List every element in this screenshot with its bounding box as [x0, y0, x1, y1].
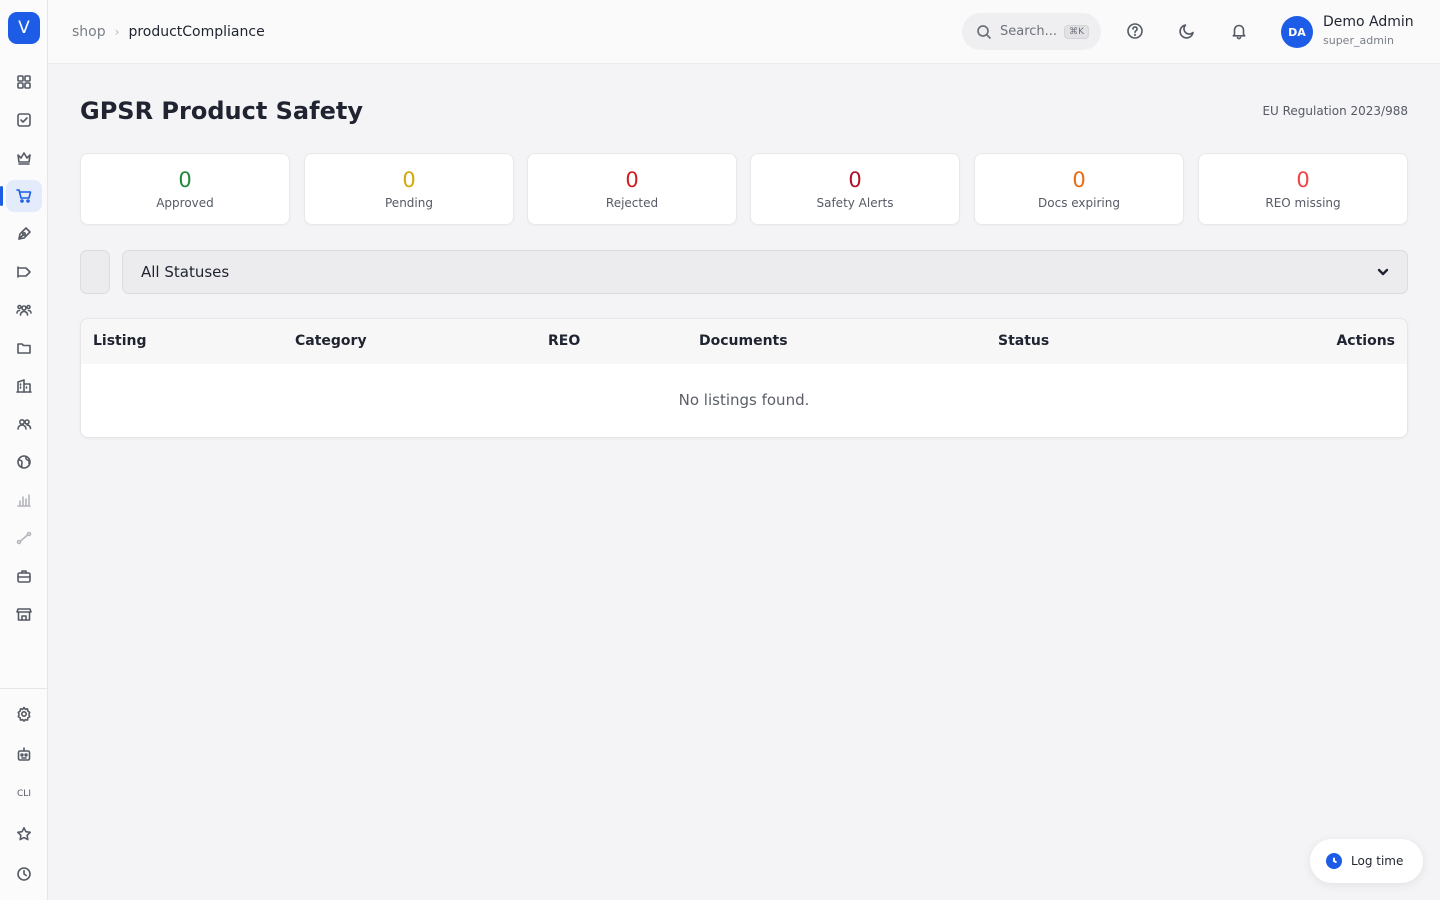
help-icon[interactable] [1124, 20, 1146, 42]
column-header-documents: Documents [699, 333, 788, 349]
stat-card-safety-alerts[interactable]: 0 Safety Alerts [750, 153, 960, 225]
crown-icon[interactable] [6, 142, 42, 174]
stat-value: 0 [178, 168, 192, 192]
column-header-reo: REO [548, 333, 581, 349]
stat-value: 0 [1296, 168, 1310, 192]
stat-label: Safety Alerts [816, 196, 894, 210]
stat-label: Pending [385, 196, 433, 210]
top-bar: shop › productCompliance Search... ⌘K DA… [48, 0, 1440, 64]
user-name[interactable]: Demo Admin [1323, 14, 1414, 30]
log-time-label: Log time [1351, 854, 1404, 868]
status-select-value: All Statuses [141, 263, 230, 281]
column-header-status: Status [998, 333, 1050, 349]
folder-icon[interactable] [6, 332, 42, 364]
column-header-category: Category [295, 333, 367, 349]
log-time-button[interactable]: Log time [1310, 839, 1423, 883]
avatar[interactable]: DA [1281, 16, 1313, 48]
stat-label: Approved [156, 196, 214, 210]
globe-icon[interactable] [6, 446, 42, 478]
stat-card-docs-expiring[interactable]: 0 Docs expiring [974, 153, 1184, 225]
bar-chart-icon[interactable] [6, 484, 42, 516]
breadcrumb-current: productCompliance [128, 24, 265, 40]
search-placeholder: Search... [1000, 24, 1058, 39]
users-icon[interactable] [6, 408, 42, 440]
breadcrumb: shop › productCompliance [72, 22, 265, 42]
stat-card-approved[interactable]: 0 Approved [80, 153, 290, 225]
shopping-cart-icon[interactable] [0, 180, 42, 212]
chevron-down-icon [1377, 268, 1389, 276]
sidebar-divider [0, 688, 48, 689]
stat-value: 0 [848, 168, 862, 192]
robot-icon[interactable] [6, 738, 42, 770]
dashboard-grid-icon[interactable] [6, 66, 42, 98]
moon-icon[interactable] [1176, 20, 1198, 42]
empty-state-message: No listings found. [678, 391, 810, 409]
search-button[interactable]: Search... ⌘K [962, 13, 1101, 50]
clock-icon[interactable] [6, 858, 42, 890]
chevron-right-icon: › [114, 25, 120, 39]
stat-value: 0 [402, 168, 416, 192]
stat-card-reo-missing[interactable]: 0 REO missing [1198, 153, 1408, 225]
filter-input[interactable] [80, 250, 110, 294]
clock-icon [1326, 853, 1342, 869]
search-icon [977, 24, 992, 39]
app-logo[interactable]: V [8, 12, 40, 44]
sidebar: V CLI [0, 0, 48, 900]
megaphone-icon[interactable] [6, 256, 42, 288]
column-header-actions: Actions [1336, 333, 1395, 349]
breadcrumb-root[interactable]: shop [72, 24, 106, 40]
stat-label: Docs expiring [1038, 196, 1120, 210]
star-icon[interactable] [6, 818, 42, 850]
user-role: super_admin [1323, 34, 1394, 47]
stat-value: 0 [625, 168, 639, 192]
stat-label: Rejected [605, 196, 659, 210]
route-icon[interactable] [6, 522, 42, 554]
page-title: GPSR Product Safety [80, 97, 363, 125]
listings-table: Listing Category REO Documents Status Ac… [80, 318, 1408, 438]
users-group-icon[interactable] [6, 294, 42, 326]
checkbox-icon[interactable] [6, 104, 42, 136]
stat-label: REO missing [1265, 196, 1341, 210]
gear-icon[interactable] [6, 698, 42, 730]
cli-label: CLI [17, 789, 31, 799]
cli-icon[interactable]: CLI [6, 778, 42, 810]
stat-value: 0 [1072, 168, 1086, 192]
column-header-listing: Listing [93, 333, 147, 349]
briefcase-icon[interactable] [6, 560, 42, 592]
bell-icon[interactable] [1228, 20, 1250, 42]
regulation-label: EU Regulation 2023/988 [1262, 104, 1408, 118]
table-header: Listing Category REO Documents Status Ac… [81, 319, 1407, 364]
stat-card-pending[interactable]: 0 Pending [304, 153, 514, 225]
pen-nib-icon[interactable] [6, 218, 42, 250]
store-icon[interactable] [6, 598, 42, 630]
status-select[interactable]: All Statuses [122, 250, 1408, 294]
stat-card-rejected[interactable]: 0 Rejected [527, 153, 737, 225]
search-shortcut: ⌘K [1064, 24, 1089, 39]
building-icon[interactable] [6, 370, 42, 402]
